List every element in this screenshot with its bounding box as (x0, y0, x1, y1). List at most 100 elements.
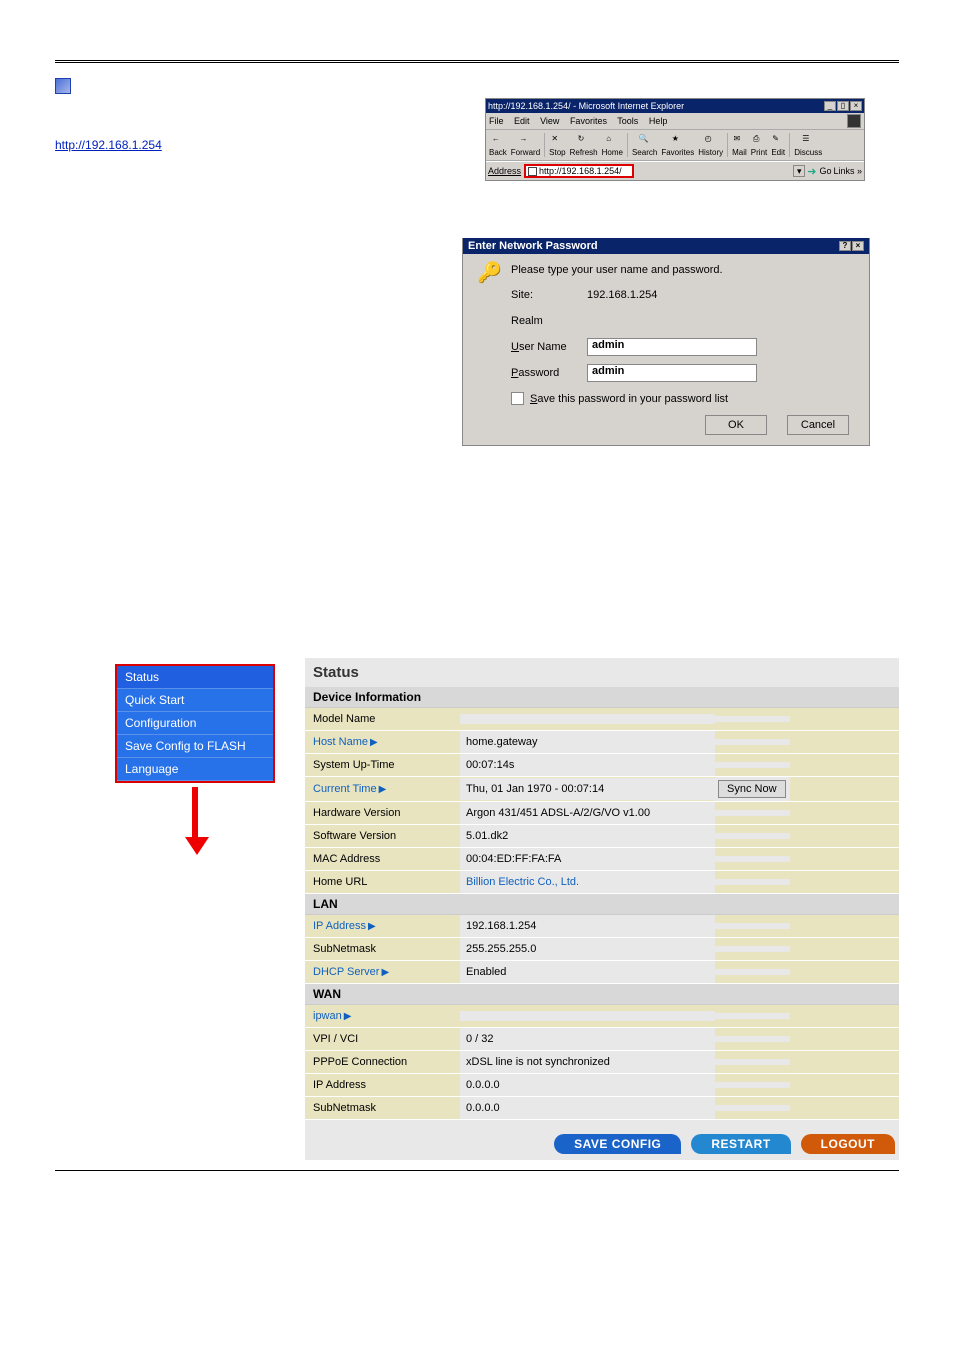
close-button[interactable]: × (850, 101, 862, 111)
cancel-button[interactable]: Cancel (787, 415, 849, 435)
realm-label: Realm (511, 315, 587, 327)
table-row: DHCP Server▶Enabled (305, 961, 899, 984)
save-password-label: Save this password in your password list (530, 393, 728, 405)
vpi-label: VPI / VCI (305, 1028, 460, 1050)
ipwan-link[interactable]: ipwan (313, 1010, 342, 1022)
menu-view[interactable]: View (540, 116, 559, 126)
lan-mask-value: 255.255.255.0 (460, 938, 715, 960)
tb-history[interactable]: ◴History (697, 133, 724, 157)
menu-file[interactable]: File (489, 116, 504, 126)
model-name-label: Model Name (305, 708, 460, 730)
site-label: Site: (511, 289, 587, 301)
tb-favorites[interactable]: ★Favorites (660, 133, 695, 157)
uptime-value: 00:07:14s (460, 754, 715, 776)
address-input[interactable]: http://192.168.1.254/ (524, 164, 634, 178)
play-icon: ▶ (344, 1011, 352, 1022)
auth-title-text: Enter Network Password (468, 240, 598, 252)
browser-title: http://192.168.1.254/ - Microsoft Intern… (488, 101, 684, 111)
url-link[interactable]: http://192.168.1.254 (55, 138, 162, 152)
browser-window: http://192.168.1.254/ - Microsoft Intern… (485, 98, 865, 181)
table-row: Home URL Billion Electric Co., Ltd. (305, 871, 899, 894)
current-time-link[interactable]: Current Time (313, 783, 377, 795)
vpi-value: 0 / 32 (460, 1028, 715, 1050)
red-arrow-icon (185, 787, 205, 857)
menu-edit[interactable]: Edit (514, 116, 530, 126)
sidebar-item-language[interactable]: Language (117, 758, 273, 781)
wan-mask-label: SubNetmask (305, 1097, 460, 1119)
table-row: VPI / VCI0 / 32 (305, 1028, 899, 1051)
ie-throbber-icon (847, 114, 861, 128)
help-button[interactable]: ? (839, 241, 851, 251)
sidebar-item-saveconfig[interactable]: Save Config to FLASH (117, 735, 273, 758)
ok-button[interactable]: OK (705, 415, 767, 435)
homeurl-link[interactable]: Billion Electric Co., Ltd. (466, 876, 579, 888)
browser-toolbar: ←Back →Forward ✕Stop ↻Refresh ⌂Home 🔍Sea… (486, 130, 864, 161)
table-row: MAC Address00:04:ED:FF:FA:FA (305, 848, 899, 871)
tb-mail[interactable]: ✉Mail (731, 133, 748, 157)
table-row: SubNetmask0.0.0.0 (305, 1097, 899, 1120)
homeurl-label: Home URL (305, 871, 460, 893)
site-value: 192.168.1.254 (587, 289, 657, 301)
tb-discuss[interactable]: ☰Discuss (793, 133, 823, 157)
bullet-icon (55, 78, 71, 94)
pppoe-label: PPPoE Connection (305, 1051, 460, 1073)
table-row: PPPoE ConnectionxDSL line is not synchro… (305, 1051, 899, 1074)
table-row: Software Version5.01.dk2 (305, 825, 899, 848)
tb-stop[interactable]: ✕Stop (548, 133, 566, 157)
address-dropdown-icon[interactable]: ▾ (793, 165, 805, 177)
page-title: Status (305, 658, 899, 687)
lan-ip-link[interactable]: IP Address (313, 920, 366, 932)
wan-ip-value: 0.0.0.0 (460, 1074, 715, 1096)
menu-help[interactable]: Help (649, 116, 668, 126)
swver-value: 5.01.dk2 (460, 825, 715, 847)
mac-value: 00:04:ED:FF:FA:FA (460, 848, 715, 870)
dhcp-link[interactable]: DHCP Server (313, 966, 379, 978)
current-time-value: Thu, 01 Jan 1970 - 00:07:14 (460, 778, 715, 800)
bottom-rule (55, 1170, 899, 1171)
password-input[interactable]: admin (587, 364, 757, 382)
mac-label: MAC Address (305, 848, 460, 870)
section-lan: LAN (305, 894, 899, 915)
play-icon: ▶ (370, 737, 378, 748)
go-label[interactable]: Go (819, 166, 831, 176)
sidebar: Status Quick Start Configuration Save Co… (115, 664, 275, 783)
play-icon: ▶ (368, 921, 376, 932)
tb-print[interactable]: ⎙Print (750, 133, 768, 157)
sidebar-item-quickstart[interactable]: Quick Start (117, 689, 273, 712)
sidebar-item-configuration[interactable]: Configuration (117, 712, 273, 735)
browser-addressbar: Address http://192.168.1.254/ ▾ ➜Go Link… (486, 161, 864, 180)
pppoe-value: xDSL line is not synchronized (460, 1051, 715, 1073)
restart-button[interactable]: RESTART (691, 1134, 790, 1154)
links-label[interactable]: Links » (833, 166, 862, 176)
tb-refresh[interactable]: ↻Refresh (569, 133, 599, 157)
table-row: System Up-Time00:07:14s (305, 754, 899, 777)
minimize-button[interactable]: _ (824, 101, 836, 111)
section-wan: WAN (305, 984, 899, 1005)
play-icon: ▶ (379, 784, 387, 795)
tb-search[interactable]: 🔍Search (631, 133, 658, 157)
close-button[interactable]: × (852, 241, 864, 251)
tb-home[interactable]: ⌂Home (601, 133, 624, 157)
username-input[interactable]: admin (587, 338, 757, 356)
host-name-link[interactable]: Host Name (313, 736, 368, 748)
maximize-button[interactable]: ▯ (837, 101, 849, 111)
page-icon (528, 167, 537, 176)
logout-button[interactable]: LOGOUT (801, 1134, 895, 1154)
tb-back[interactable]: ←Back (488, 133, 508, 157)
sync-now-button[interactable]: Sync Now (718, 780, 786, 798)
footer-buttons: SAVE CONFIG RESTART LOGOUT (305, 1128, 899, 1154)
dhcp-value: Enabled (460, 961, 715, 983)
browser-titlebar: http://192.168.1.254/ - Microsoft Intern… (486, 99, 864, 113)
sidebar-item-status[interactable]: Status (117, 666, 273, 689)
swver-label: Software Version (305, 825, 460, 847)
save-config-button[interactable]: SAVE CONFIG (554, 1134, 681, 1154)
model-name-value (460, 714, 715, 724)
tb-edit[interactable]: ✎Edit (770, 133, 786, 157)
key-icon: 🔑 (477, 260, 502, 285)
table-row: IP Address▶192.168.1.254 (305, 915, 899, 938)
save-password-checkbox[interactable] (511, 392, 524, 405)
menu-tools[interactable]: Tools (617, 116, 638, 126)
table-row: ipwan▶ (305, 1005, 899, 1028)
menu-favorites[interactable]: Favorites (570, 116, 607, 126)
tb-forward[interactable]: →Forward (510, 133, 541, 157)
